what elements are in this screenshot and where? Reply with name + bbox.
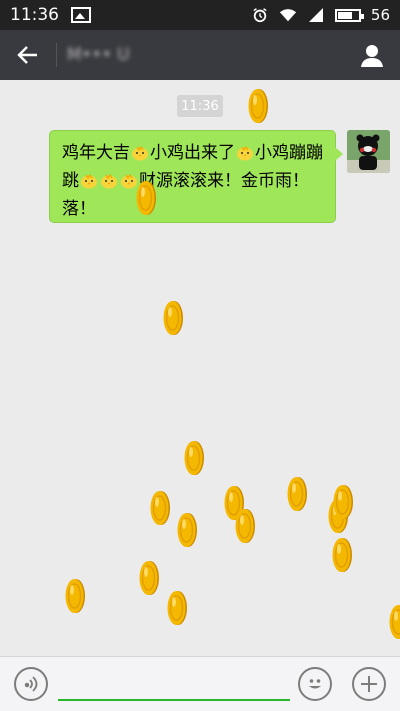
- message-bubble[interactable]: 鸡年大吉 小鸡出来了 小鸡蹦蹦跳 财源滚滚来！金币雨！落！: [49, 130, 343, 223]
- arrow-left-icon: [17, 46, 37, 64]
- gold-coin-icon: [150, 491, 170, 525]
- bear-mascot-avatar-icon: [347, 130, 390, 173]
- emoji-icon: [309, 679, 321, 689]
- chick-emoji-icon: [99, 170, 119, 189]
- voice-button[interactable]: [14, 667, 48, 701]
- gold-coin-icon: [65, 579, 85, 613]
- chick-emoji-icon: [79, 170, 99, 189]
- plus-icon: [361, 676, 377, 692]
- message-input[interactable]: [58, 667, 290, 701]
- gold-coin-icon: [333, 485, 353, 519]
- more-actions-button[interactable]: [352, 667, 386, 701]
- gold-coin-icon: [163, 301, 183, 335]
- gold-coin-icon: [389, 605, 400, 639]
- gold-coin-icon: [167, 591, 187, 625]
- message-text-part: 鸡年大吉: [62, 143, 130, 163]
- gold-coin-icon: [136, 181, 156, 215]
- chick-emoji-icon: [235, 142, 255, 161]
- cell-signal-icon: [308, 8, 323, 22]
- voice-icon: [24, 676, 38, 692]
- gold-coin-icon: [248, 89, 268, 123]
- battery-icon: [334, 8, 364, 22]
- person-icon: [361, 45, 383, 67]
- chat-info-button[interactable]: [344, 30, 400, 80]
- chat-area[interactable]: 11:36 鸡年大吉 小鸡出来了 小鸡蹦蹦跳 财源滚滚来！金币雨！落！: [0, 80, 400, 656]
- gold-coin-icon: [235, 509, 255, 543]
- wifi-icon: [279, 9, 297, 22]
- back-button[interactable]: [0, 30, 56, 80]
- image-notification-icon: [71, 7, 91, 23]
- chick-emoji-icon: [130, 142, 150, 161]
- status-indicators: 56: [251, 6, 390, 24]
- gold-coin-icon: [177, 513, 197, 547]
- status-bar: 11:36 56: [0, 0, 400, 30]
- status-time: 11:36: [10, 5, 59, 25]
- input-bar: [0, 656, 400, 711]
- emoji-button[interactable]: [298, 667, 332, 701]
- alarm-icon: [253, 8, 267, 23]
- battery-level: 56: [370, 6, 390, 24]
- gold-coin-icon: [139, 561, 159, 595]
- avatar[interactable]: [347, 130, 390, 173]
- gold-coin-icon: [287, 477, 307, 511]
- gold-coin-icon: [184, 441, 204, 475]
- chat-title: M••• U: [67, 45, 130, 65]
- gold-coin-icon: [332, 538, 352, 572]
- title-divider: [56, 43, 57, 67]
- message-timestamp: 11:36: [177, 95, 223, 117]
- message-text-part: 小鸡出来了: [150, 143, 235, 163]
- title-bar: M••• U: [0, 30, 400, 80]
